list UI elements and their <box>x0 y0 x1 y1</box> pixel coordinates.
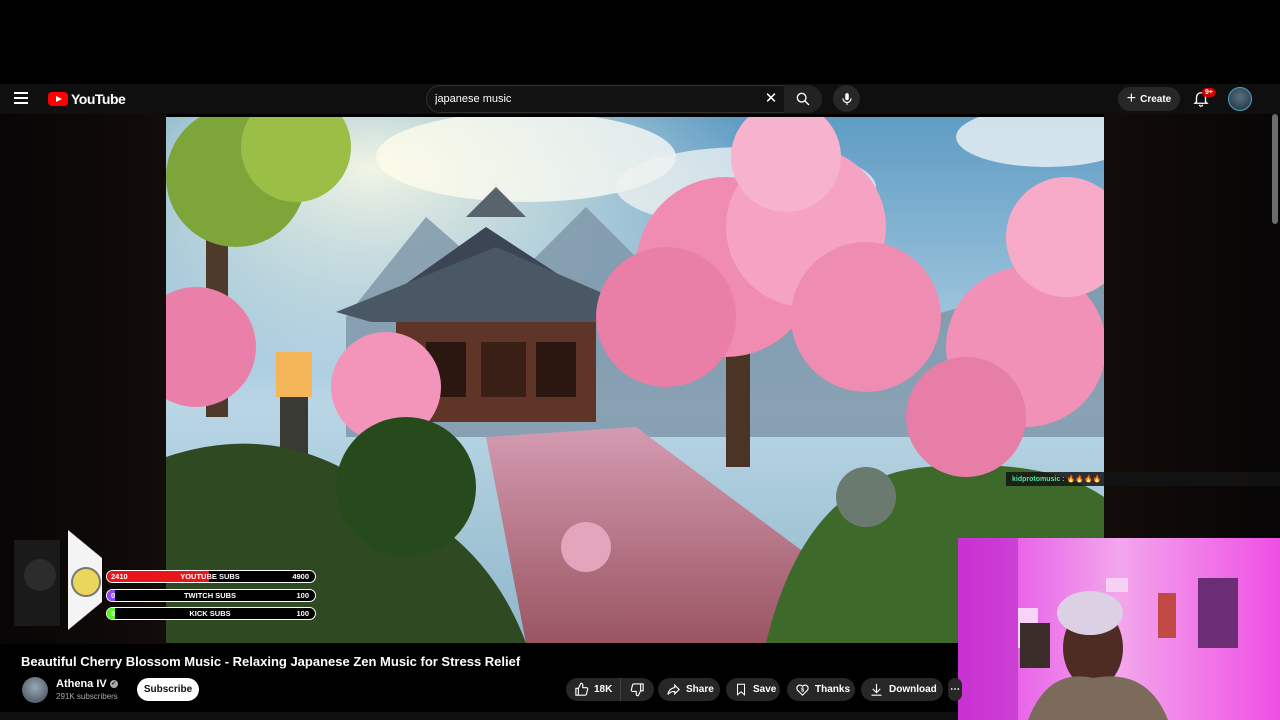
youtube-subs-goal: 2410 YOUTUBE SUBS 4900 <box>106 570 316 583</box>
verified-check-icon: ✓ <box>109 680 118 688</box>
thanks-label: Thanks <box>815 684 851 695</box>
youtube-logo[interactable]: YouTube <box>48 91 126 107</box>
like-dislike-group: 18K <box>566 678 654 701</box>
create-button[interactable]: + Create <box>1118 87 1180 111</box>
menu-icon[interactable] <box>14 89 34 109</box>
chat-text: 🔥🔥🔥🔥 <box>1066 476 1102 483</box>
microphone-icon <box>841 92 852 105</box>
video-title: Beautiful Cherry Blossom Music - Relaxin… <box>21 654 521 669</box>
youtube-subs-current: 2410 <box>111 572 128 581</box>
youtube-play-icon <box>48 92 68 106</box>
account-avatar[interactable] <box>1228 87 1252 111</box>
youtube-subs-goal-value: 4900 <box>292 572 309 581</box>
like-count: 18K <box>594 684 613 695</box>
kick-subs-goal-value: 100 <box>296 609 309 618</box>
webcam-overlay <box>958 538 1280 720</box>
stream-chat-message: kidprotomusic : 🔥🔥🔥🔥 <box>1006 472 1280 486</box>
kick-subs-goal: 0 KICK SUBS 100 <box>106 607 316 620</box>
clear-search-icon[interactable]: ✕ <box>763 91 779 107</box>
top-black-band <box>0 0 1280 84</box>
more-actions-button[interactable]: ⋯ <box>948 678 962 701</box>
channel-avatar[interactable] <box>22 677 48 703</box>
voice-search-button[interactable] <box>833 85 860 112</box>
twitch-subs-goal: 0 TWITCH SUBS 100 <box>106 589 316 602</box>
streamer-logo-graphic <box>14 530 102 630</box>
search-input[interactable] <box>427 92 757 106</box>
channel-name-link[interactable]: Athena IV ✓ <box>56 678 118 690</box>
download-button[interactable]: Download <box>861 678 943 701</box>
create-label: Create <box>1140 93 1172 105</box>
subscribe-button[interactable]: Subscribe <box>137 678 199 701</box>
streamer-webcam-image <box>958 538 1280 720</box>
dislike-button[interactable] <box>621 678 654 701</box>
thumbs-down-icon <box>630 683 644 697</box>
thumbs-up-icon <box>575 682 589 696</box>
bookmark-icon <box>736 683 746 696</box>
youtube-subs-label: YOUTUBE SUBS <box>180 572 240 581</box>
search-box: ✕ <box>426 85 786 113</box>
like-button[interactable]: 18K <box>566 678 621 701</box>
twitch-subs-label: TWITCH SUBS <box>183 591 237 600</box>
svg-text:$: $ <box>801 687 805 693</box>
subscriber-count: 291K subscribers <box>56 692 118 701</box>
notification-badge: 9+ <box>1202 88 1216 97</box>
download-label: Download <box>889 684 937 695</box>
sub-goal-widget: 2410 YOUTUBE SUBS 4900 0 TWITCH SUBS 100… <box>14 530 324 636</box>
save-button[interactable]: Save <box>726 678 780 701</box>
bottom-strip <box>0 712 958 720</box>
share-label: Share <box>686 684 714 695</box>
download-icon <box>871 683 882 696</box>
logo-text: YouTube <box>71 91 126 107</box>
plus-icon: + <box>1126 90 1137 107</box>
thanks-button[interactable]: $ Thanks <box>787 678 855 701</box>
share-button[interactable]: Share <box>658 678 720 701</box>
kick-subs-label: KICK SUBS <box>189 609 231 618</box>
more-dots-icon: ⋯ <box>950 684 960 695</box>
search-icon <box>796 92 810 106</box>
twitch-subs-goal-value: 100 <box>296 591 309 600</box>
thanks-heart-dollar-icon: $ <box>796 684 809 696</box>
chat-username: kidprotomusic : <box>1012 475 1065 483</box>
search-button[interactable] <box>784 85 822 113</box>
twitch-subs-current: 0 <box>111 591 116 600</box>
kick-subs-current: 0 <box>111 609 116 618</box>
save-label: Save <box>753 684 777 695</box>
page-scrollbar[interactable] <box>1272 114 1278 224</box>
channel-name: Athena IV <box>56 678 107 690</box>
masthead: YouTube ✕ + Create 9+ <box>0 84 1280 114</box>
share-arrow-icon <box>667 683 680 696</box>
